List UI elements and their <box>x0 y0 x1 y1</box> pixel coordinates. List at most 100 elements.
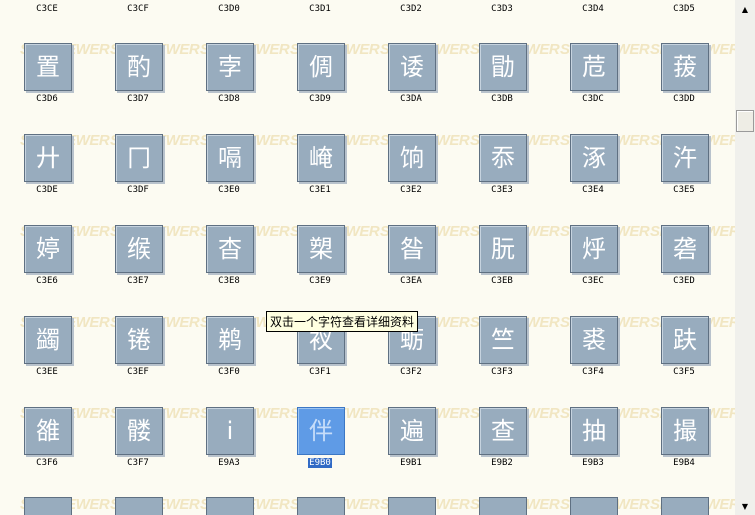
char-cell[interactable]: 孛 C3D8 <box>202 43 262 133</box>
char-tile[interactable]: 杳 <box>206 225 254 273</box>
char-cell[interactable]: 缑 C3E7 <box>111 225 171 315</box>
char-tile[interactable]: 涿 <box>570 134 618 182</box>
char-tile[interactable]: i <box>206 407 254 455</box>
char-glyph: 烀 <box>582 235 606 263</box>
char-tile[interactable]: 菝 <box>661 43 709 91</box>
char-cell[interactable]: 遍 E9B1 <box>384 407 444 497</box>
char-cell[interactable]: 雒 C3F6 <box>20 407 80 497</box>
code-label: C3D4 <box>582 4 604 14</box>
char-tile[interactable]: 饷 <box>388 134 436 182</box>
char-cell[interactable]: 婷 C3E6 <box>20 225 80 315</box>
char-cell[interactable]: 髅 C3F7 <box>111 407 171 497</box>
char-tile[interactable]: 锩 <box>115 316 163 364</box>
char-cell[interactable]: 趺 C3F5 <box>657 316 717 406</box>
char-cell[interactable]: 菝 C3DD <box>657 43 717 133</box>
char-glyph: 嗝 <box>218 144 242 172</box>
char-tile[interactable]: 婷 <box>24 225 72 273</box>
char-tile[interactable]: 查 <box>479 407 527 455</box>
char-tile[interactable]: 冂 <box>115 134 163 182</box>
char-tile[interactable]: 缑 <box>115 225 163 273</box>
char-tile[interactable]: 苊 <box>570 43 618 91</box>
vertical-scrollbar[interactable]: ▲ ▼ <box>735 0 755 515</box>
char-cell[interactable]: 诿 C3DA <box>384 43 444 133</box>
char-cell[interactable]: 饷 C3E2 <box>384 134 444 224</box>
char-cell[interactable]: 烀 C3EC <box>566 225 626 315</box>
char-cell[interactable]: 冂 C3DF <box>111 134 171 224</box>
char-cell[interactable]: 廾 C3DE <box>20 134 80 224</box>
char-tile[interactable]: 置 <box>24 43 72 91</box>
code-label: C3F7 <box>127 458 149 468</box>
char-cell[interactable]: 崦 C3E1 <box>293 134 353 224</box>
code-label: E9B4 <box>673 458 695 468</box>
char-tile[interactable]: 倜 <box>297 43 345 91</box>
char-cell[interactable]: 杳 C3E8 <box>202 225 262 315</box>
code-label: C3EE <box>36 367 58 377</box>
char-tile[interactable]: 鹈 <box>206 316 254 364</box>
char-cell[interactable]: 昝 C3EA <box>384 225 444 315</box>
char-cell[interactable]: i E9A3 <box>202 407 262 497</box>
char-glyph: 酌 <box>127 53 151 81</box>
char-cell[interactable]: 蠲 C3EE <box>20 316 80 406</box>
char-tile[interactable]: 槊 <box>297 225 345 273</box>
char-tile[interactable]: 烀 <box>570 225 618 273</box>
scroll-up-icon[interactable]: ▲ <box>735 0 755 18</box>
char-tile[interactable]: 崦 <box>297 134 345 182</box>
char-cell[interactable]: 鹈 C3F0 <box>202 316 262 406</box>
char-tile[interactable]: 诿 <box>388 43 436 91</box>
char-cell[interactable]: 汻 C3E5 <box>657 134 717 224</box>
char-tile-partial <box>570 497 618 515</box>
char-cell[interactable]: 伴 E9B0 <box>293 407 353 497</box>
char-tile-partial <box>206 497 254 515</box>
char-cell[interactable]: 槊 C3E9 <box>293 225 353 315</box>
char-tile[interactable]: 撮 <box>661 407 709 455</box>
char-tile[interactable]: 趺 <box>661 316 709 364</box>
char-cell[interactable]: 砻 C3ED <box>657 225 717 315</box>
char-tile[interactable]: 昝 <box>388 225 436 273</box>
char-cell[interactable]: 锩 C3EF <box>111 316 171 406</box>
char-cell[interactable]: 酌 C3D7 <box>111 43 171 133</box>
char-cell[interactable]: 苊 C3DC <box>566 43 626 133</box>
char-tile-partial <box>115 497 163 515</box>
char-tile[interactable]: 竺 <box>479 316 527 364</box>
char-cell[interactable]: 勖 C3DB <box>475 43 535 133</box>
char-tile[interactable]: 蠲 <box>24 316 72 364</box>
char-tile[interactable]: 嗝 <box>206 134 254 182</box>
scroll-down-icon[interactable]: ▼ <box>735 497 755 515</box>
char-tile[interactable]: 朊 <box>479 225 527 273</box>
char-cell[interactable]: 查 E9B2 <box>475 407 535 497</box>
code-label: C3DE <box>36 185 58 195</box>
char-tile[interactable]: 勖 <box>479 43 527 91</box>
character-grid-view[interactable]: SHX VIEWERSHX VIEWERSHX VIEWERSHX VIEWER… <box>0 0 735 515</box>
char-tile[interactable]: 髅 <box>115 407 163 455</box>
char-cell[interactable]: 朊 C3EB <box>475 225 535 315</box>
char-tile[interactable]: 砻 <box>661 225 709 273</box>
char-cell[interactable]: 抽 E9B3 <box>566 407 626 497</box>
char-tile[interactable]: 遍 <box>388 407 436 455</box>
code-label: C3D0 <box>218 4 240 14</box>
code-label: E9B2 <box>491 458 513 468</box>
char-cell[interactable]: 忝 C3E3 <box>475 134 535 224</box>
char-cell[interactable]: 裘 C3F4 <box>566 316 626 406</box>
char-tile[interactable]: 酌 <box>115 43 163 91</box>
char-tile[interactable]: 抽 <box>570 407 618 455</box>
char-glyph: 裘 <box>582 326 606 354</box>
char-tile[interactable]: 廾 <box>24 134 72 182</box>
code-label: C3DF <box>127 185 149 195</box>
char-tile[interactable]: 雒 <box>24 407 72 455</box>
char-tile[interactable]: 忝 <box>479 134 527 182</box>
char-glyph: 孛 <box>218 53 242 81</box>
char-cell[interactable]: 倜 C3D9 <box>293 43 353 133</box>
char-tile[interactable]: 汻 <box>661 134 709 182</box>
char-cell[interactable]: 嗝 C3E0 <box>202 134 262 224</box>
char-tile[interactable]: 裘 <box>570 316 618 364</box>
code-label: C3D8 <box>218 94 240 104</box>
char-tile[interactable]: 孛 <box>206 43 254 91</box>
char-glyph: 缑 <box>127 235 151 263</box>
char-cell[interactable]: 竺 C3F3 <box>475 316 535 406</box>
char-tile-selected[interactable]: 伴 <box>297 407 345 455</box>
scroll-thumb[interactable] <box>736 110 754 132</box>
char-cell[interactable]: 涿 C3E4 <box>566 134 626 224</box>
code-label: C3D6 <box>36 94 58 104</box>
char-cell[interactable]: 置 C3D6 <box>20 43 80 133</box>
char-cell[interactable]: 撮 E9B4 <box>657 407 717 497</box>
